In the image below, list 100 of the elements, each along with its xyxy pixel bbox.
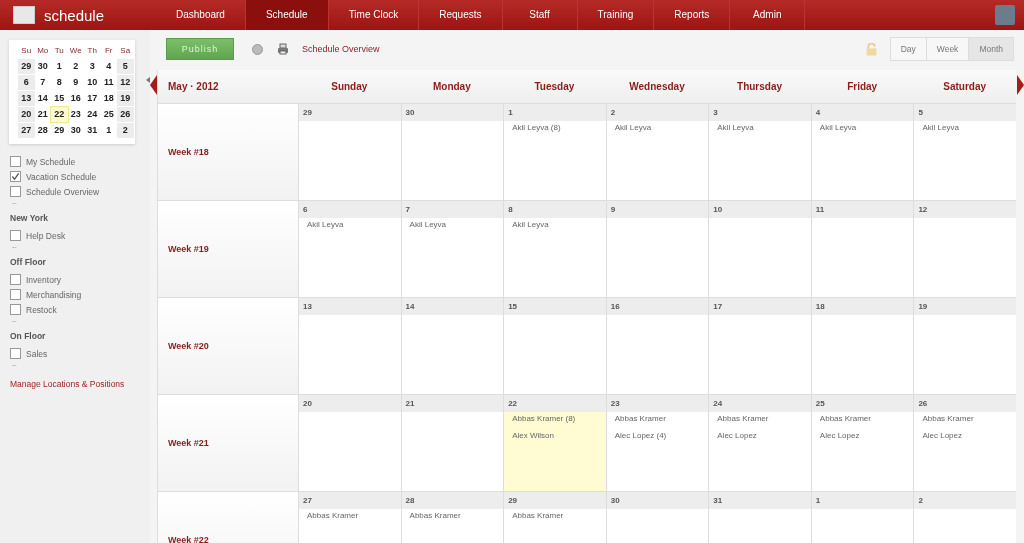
day-cell[interactable]: 30 <box>400 104 504 200</box>
day-cell[interactable]: 11 <box>810 201 914 297</box>
calendar-day[interactable]: 6 <box>18 75 35 90</box>
shift-entry[interactable]: Akil Leyva <box>606 121 709 138</box>
shift-entry[interactable]: Akil Leyva (8) <box>504 121 606 138</box>
calendar-day[interactable]: 28 <box>34 123 51 138</box>
shift-entry[interactable]: Akil Leyva <box>299 218 401 235</box>
calendar-day[interactable]: 18 <box>100 91 117 106</box>
calendar-day[interactable]: 7 <box>34 75 51 90</box>
shift-entry[interactable]: Abbas Kramer <box>299 509 401 526</box>
calendar-day[interactable]: 30 <box>67 123 84 138</box>
calendar-day[interactable]: 4 <box>100 59 117 74</box>
manage-link[interactable]: Manage Locations & Positions <box>10 379 150 389</box>
calendar-day[interactable]: 29 <box>18 59 35 74</box>
shift-entry[interactable]: Alec Lopez <box>811 429 914 446</box>
nav-tab[interactable]: Reports <box>654 0 731 30</box>
day-cell[interactable]: 7 Akil Leyva <box>400 201 504 297</box>
calendar-day[interactable]: 2 <box>117 123 134 138</box>
calendar-day[interactable]: 31 <box>84 123 101 138</box>
day-cell[interactable]: 28 Abbas Kramer <box>400 492 504 543</box>
calendar-day[interactable]: 14 <box>34 91 51 106</box>
day-cell[interactable]: 1 <box>810 492 914 543</box>
day-cell[interactable]: 23 Abbas Kramer Alec Lopez (4) <box>605 395 709 491</box>
day-cell[interactable]: 26 Abbas Kramer Alec Lopez <box>913 395 1016 491</box>
day-cell[interactable]: 25 Abbas Kramer Alec Lopez <box>810 395 914 491</box>
shift-entry[interactable]: Akil Leyva <box>504 218 606 235</box>
shift-entry[interactable]: Abbas Kramer (8) <box>504 412 606 429</box>
checkbox[interactable] <box>10 156 21 167</box>
day-cell[interactable]: 8 Akil Leyva <box>503 201 606 297</box>
calendar-day[interactable]: 8 <box>51 75 68 90</box>
day-cell[interactable]: 5 Akil Leyva <box>913 104 1016 200</box>
calendar-day[interactable]: 23 <box>67 107 84 122</box>
day-cell[interactable]: 29 Abbas Kramer <box>503 492 606 543</box>
day-cell[interactable]: 18 <box>810 298 914 394</box>
day-cell[interactable]: 22 Abbas Kramer (8) Alex Wilson <box>503 395 606 491</box>
shift-entry[interactable]: Abbas Kramer <box>401 509 504 526</box>
shift-entry[interactable]: Akil Leyva <box>811 121 914 138</box>
calendar-day[interactable]: 26 <box>117 107 134 122</box>
day-cell[interactable]: 30 <box>605 492 709 543</box>
calendar-day[interactable]: 11 <box>100 75 117 90</box>
calendar-day[interactable]: 19 <box>117 91 134 106</box>
calendar-day[interactable]: 17 <box>84 91 101 106</box>
nav-tab[interactable]: Admin <box>730 0 806 30</box>
calendar-day[interactable]: 5 <box>117 59 134 74</box>
shift-entry[interactable]: Abbas Kramer <box>914 412 1016 429</box>
calendar-day[interactable]: 30 <box>34 59 51 74</box>
next-arrow-icon[interactable] <box>1017 75 1024 95</box>
day-cell[interactable]: 29 <box>298 104 401 200</box>
shift-entry[interactable]: Akil Leyva <box>401 218 504 235</box>
day-cell[interactable]: 20 <box>298 395 401 491</box>
day-cell[interactable]: 15 <box>503 298 606 394</box>
calendar-day[interactable]: 2 <box>67 59 84 74</box>
calendar-day[interactable]: 20 <box>18 107 35 122</box>
day-cell[interactable]: 17 <box>708 298 811 394</box>
shift-entry[interactable]: Alec Lopez (4) <box>606 429 709 446</box>
shift-entry[interactable]: Akil Leyva <box>914 121 1016 138</box>
lock-icon[interactable] <box>864 42 878 56</box>
calendar-day[interactable]: 29 <box>51 123 68 138</box>
printer-icon[interactable] <box>277 43 289 55</box>
shift-entry[interactable]: Abbas Kramer <box>811 412 914 429</box>
shift-entry[interactable]: Alec Lopez <box>709 429 811 446</box>
shift-entry[interactable]: Alec Lopez <box>914 429 1016 446</box>
checkbox[interactable] <box>10 304 21 315</box>
day-cell[interactable]: 9 <box>605 201 709 297</box>
calendar-day[interactable]: 10 <box>84 75 101 90</box>
nav-tab[interactable]: Staff <box>502 0 578 30</box>
shift-entry[interactable]: Abbas Kramer <box>504 509 606 526</box>
calendar-day[interactable]: 16 <box>67 91 84 106</box>
checkbox[interactable] <box>10 186 21 197</box>
calendar-day[interactable]: 1 <box>51 59 68 74</box>
shift-entry[interactable]: Akil Leyva <box>709 121 811 138</box>
calendar-day[interactable]: 3 <box>84 59 101 74</box>
day-cell[interactable]: 10 <box>708 201 811 297</box>
day-cell[interactable]: 3 Akil Leyva <box>708 104 811 200</box>
checkbox[interactable] <box>10 274 21 285</box>
shift-entry[interactable]: Abbas Kramer <box>606 412 709 429</box>
calendar-day[interactable]: 21 <box>34 107 51 122</box>
calendar-day[interactable]: 1 <box>100 123 117 138</box>
shift-entry[interactable]: Alex Wilson <box>504 429 606 446</box>
calendar-day[interactable]: 27 <box>18 123 35 138</box>
day-cell[interactable]: 6 Akil Leyva <box>298 201 401 297</box>
checkbox[interactable] <box>10 171 21 182</box>
day-cell[interactable]: 31 <box>708 492 811 543</box>
day-cell[interactable]: 4 Akil Leyva <box>810 104 914 200</box>
calendar-day[interactable]: 13 <box>18 91 35 106</box>
calendar-day[interactable]: 15 <box>51 91 68 106</box>
collapse-arrow-icon[interactable] <box>146 77 150 83</box>
calendar-day[interactable]: 25 <box>100 107 117 122</box>
calendar-day[interactable]: 9 <box>67 75 84 90</box>
day-cell[interactable]: 13 <box>298 298 401 394</box>
nav-tab[interactable]: Dashboard <box>156 0 246 30</box>
calendar-day[interactable]: 12 <box>117 75 134 90</box>
nav-tab[interactable]: Training <box>577 0 655 30</box>
day-cell[interactable]: 21 <box>400 395 504 491</box>
checkbox[interactable] <box>10 230 21 241</box>
checkbox[interactable] <box>10 348 21 359</box>
day-cell[interactable]: 27 Abbas Kramer <box>298 492 401 543</box>
day-cell[interactable]: 24 Abbas Kramer Alec Lopez <box>708 395 811 491</box>
calendar-day[interactable]: 24 <box>84 107 101 122</box>
day-cell[interactable]: 14 <box>400 298 504 394</box>
